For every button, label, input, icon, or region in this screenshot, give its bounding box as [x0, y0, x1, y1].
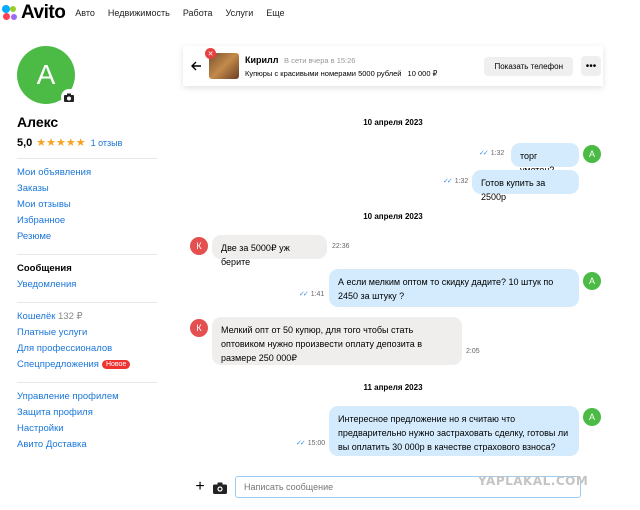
message-bubble-outgoing: Интересное предложение но я считаю что п… — [329, 406, 579, 456]
date-separator: 10 апреля 2023 — [363, 118, 423, 127]
date-separator: 10 апреля 2023 — [363, 212, 423, 221]
read-check-icon: ✓✓ — [299, 291, 309, 298]
listing-price: 10 000 ₽ — [407, 68, 438, 78]
seller-online-status: В сети вчера в 15:26 — [284, 55, 356, 65]
menu-group-messages: Сообщения Уведомления — [17, 254, 157, 293]
show-phone-button[interactable]: Показать телефон — [484, 56, 573, 76]
avito-logo[interactable]: Avito — [2, 2, 66, 24]
avito-logo-icon — [2, 5, 18, 21]
menu-favorites[interactable]: Избранное — [17, 213, 157, 229]
nav-item-jobs[interactable]: Работа — [183, 8, 213, 18]
menu-profile-management[interactable]: Управление профилем — [17, 389, 157, 405]
menu-group-settings: Управление профилем Защита профиля Настр… — [17, 382, 157, 453]
wallet-label: Кошелёк — [17, 311, 56, 322]
message-meta: ✓✓ 1:41 — [299, 291, 325, 298]
message-list[interactable]: 10 апреля 2023 ✓✓ 1:32 торг уметен? А ✓✓… — [183, 86, 603, 470]
menu-paid-services[interactable]: Платные услуги — [17, 325, 157, 341]
menu-group-listings: Мои объявления Заказы Мои отзывы Избранн… — [17, 158, 157, 245]
listing-thumbnail[interactable]: ✕ — [205, 48, 239, 79]
message-bubble-incoming: Мелкий опт от 50 купюр, для того чтобы с… — [212, 317, 462, 365]
camera-icon[interactable] — [213, 481, 227, 494]
user-avatar-initial: А — [36, 59, 56, 90]
menu-resume[interactable]: Резюме — [17, 229, 157, 245]
menu-special-offers[interactable]: Спецпредложения Новое — [17, 357, 157, 373]
message-bubble-incoming: Две за 5000₽ уж берите — [212, 235, 327, 267]
chat-header-info: Кирилл В сети вчера в 15:26 Купюры с кра… — [245, 55, 484, 78]
user-avatar[interactable]: А — [17, 46, 77, 105]
message-meta: ✓✓ 15:00 — [296, 440, 326, 447]
back-arrow-icon[interactable] — [183, 58, 209, 74]
new-badge: Новое — [101, 360, 131, 369]
message-meta: 22:36 — [332, 243, 350, 250]
more-options-button[interactable]: ••• — [581, 56, 601, 76]
rating-value: 5,0 — [17, 136, 33, 149]
nav-item-realty[interactable]: Недвижимость — [108, 8, 170, 18]
menu-orders[interactable]: Заказы — [17, 181, 157, 197]
attach-plus-icon[interactable]: + — [191, 478, 209, 496]
user-avatar-small: А — [583, 272, 601, 290]
nav-item-auto[interactable]: Авто — [75, 8, 95, 18]
nav-item-services[interactable]: Услуги — [226, 8, 254, 18]
message-meta: 2:05 — [466, 348, 480, 355]
rating-stars-icon: ★★★★★ — [36, 137, 86, 149]
menu-my-reviews[interactable]: Мои отзывы — [17, 197, 157, 213]
change-photo-icon[interactable] — [61, 89, 77, 105]
nav-item-more[interactable]: Еще — [266, 8, 284, 18]
special-offers-label: Спецпредложения — [17, 359, 99, 370]
top-bar: Avito Авто Недвижимость Работа Услуги Ещ… — [0, 0, 640, 26]
message-bubble-outgoing: А если мелким оптом то скидку дадите? 10… — [329, 269, 579, 307]
read-check-icon: ✓✓ — [296, 440, 306, 447]
listing-closed-icon: ✕ — [205, 48, 216, 59]
read-check-icon: ✓✓ — [479, 150, 489, 157]
seller-avatar-small: К — [190, 237, 208, 255]
listing-title[interactable]: Купюры с красивыми номерами 5000 рублей — [245, 69, 401, 78]
reviews-link[interactable]: 1 отзыв — [91, 138, 123, 148]
message-meta: ✓✓ 1:32 — [443, 178, 469, 185]
top-nav: Авто Недвижимость Работа Услуги Еще — [75, 8, 297, 18]
menu-settings[interactable]: Настройки — [17, 421, 157, 437]
wallet-amount: 132 ₽ — [58, 311, 83, 322]
menu-wallet[interactable]: Кошелёк 132 ₽ — [17, 309, 157, 325]
avito-logo-text: Avito — [21, 2, 66, 23]
menu-messages[interactable]: Сообщения — [17, 261, 157, 277]
menu-avito-delivery[interactable]: Авито Доставка — [17, 437, 157, 453]
chat-header: ✕ Кирилл В сети вчера в 15:26 Купюры с к… — [183, 46, 603, 86]
seller-name[interactable]: Кирилл — [245, 55, 279, 65]
user-name: Алекс — [17, 114, 59, 130]
menu-for-pros[interactable]: Для профессионалов — [17, 341, 157, 357]
menu-my-listings[interactable]: Мои объявления — [17, 165, 157, 181]
profile-sidebar: А Алекс 5,0 ★★★★★ 1 отзыв Мои объявления… — [17, 46, 157, 453]
menu-group-payments: Кошелёк 132 ₽ Платные услуги Для професс… — [17, 302, 157, 373]
user-avatar-small: А — [583, 145, 601, 163]
read-check-icon: ✓✓ — [443, 178, 453, 185]
date-separator: 11 апреля 2023 — [363, 383, 423, 392]
message-meta: ✓✓ 1:32 — [479, 150, 505, 157]
menu-profile-protection[interactable]: Защита профиля — [17, 405, 157, 421]
user-rating: 5,0 ★★★★★ 1 отзыв — [17, 136, 157, 150]
menu-notifications[interactable]: Уведомления — [17, 277, 157, 293]
user-avatar-small: А — [583, 408, 601, 426]
yaplakal-watermark: YAPLAKAL.COM — [478, 474, 589, 488]
message-bubble-outgoing: торг уметен? — [511, 143, 579, 175]
seller-avatar-small: К — [190, 319, 208, 337]
message-bubble-outgoing: Готов купить за 2500р — [472, 170, 579, 202]
